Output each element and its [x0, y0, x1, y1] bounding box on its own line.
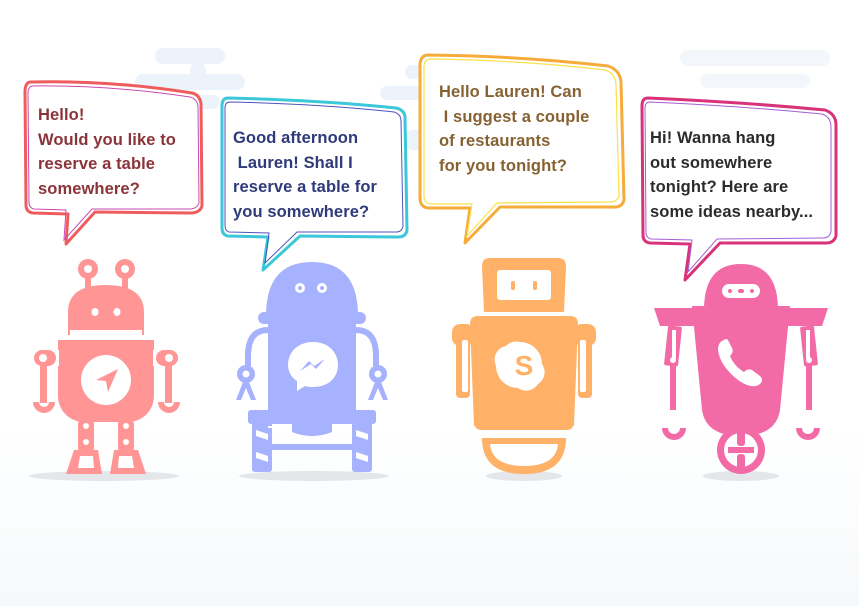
robot-phone: [654, 264, 828, 481]
